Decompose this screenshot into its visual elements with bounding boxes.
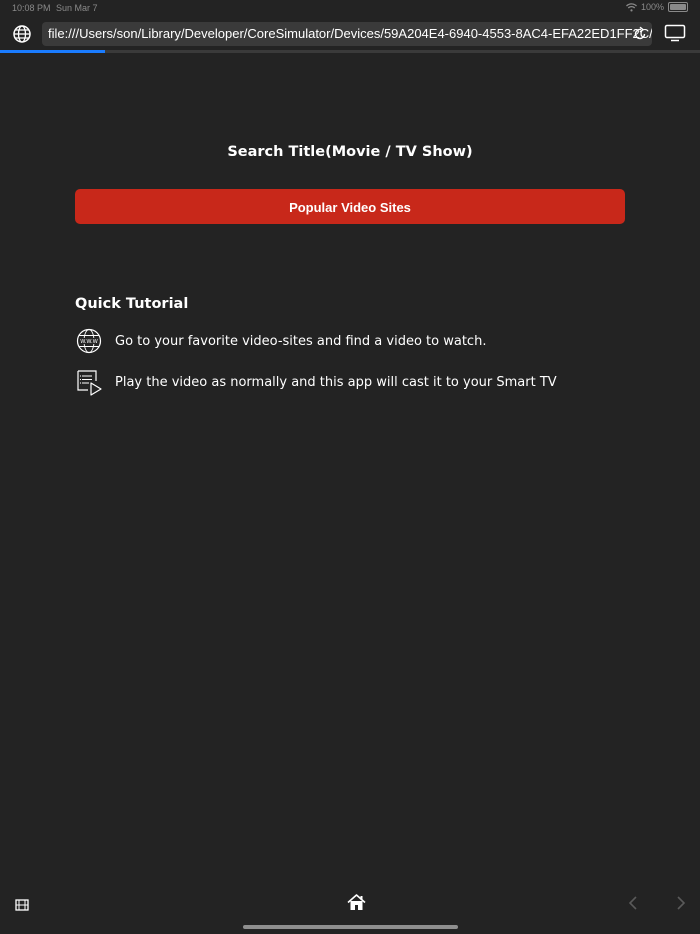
back-chevron-icon[interactable] <box>628 895 638 911</box>
cast-tv-icon[interactable] <box>664 24 686 42</box>
url-text: file:///Users/son/Library/Developer/Core… <box>48 26 652 41</box>
battery-percent: 100% <box>640 2 664 12</box>
popular-video-sites-button[interactable]: Popular Video Sites <box>75 189 625 224</box>
status-bar: 10:08 PM Sun Mar 7 100% <box>0 0 700 16</box>
status-right: 100% <box>626 2 688 12</box>
browser-toolbar: file:///Users/son/Library/Developer/Core… <box>0 16 700 50</box>
www-globe-icon: W.W.W <box>75 327 103 355</box>
globe-icon[interactable] <box>12 24 32 44</box>
load-progress-fill <box>0 50 105 53</box>
playlist-play-icon <box>75 368 103 396</box>
home-indicator[interactable] <box>243 925 458 929</box>
wifi-icon <box>626 2 637 11</box>
load-progress-bar <box>0 50 700 53</box>
battery-icon <box>668 2 688 12</box>
tutorial-heading: Quick Tutorial <box>75 296 189 312</box>
app-page: 10:08 PM Sun Mar 7 100% file:///Users/so… <box>0 0 700 934</box>
tutorial-step-text: Play the video as normally and this app … <box>115 374 557 390</box>
url-field[interactable]: file:///Users/son/Library/Developer/Core… <box>42 22 652 46</box>
tutorial-step-text: Go to your favorite video-sites and find… <box>115 333 487 349</box>
search-title: Search Title(Movie / TV Show) <box>227 144 473 160</box>
svg-text:W.W.W: W.W.W <box>80 339 98 345</box>
film-icon[interactable] <box>15 896 29 911</box>
tutorial-step: W.W.W Go to your favorite video-sites an… <box>75 327 486 355</box>
forward-chevron-icon[interactable] <box>676 895 686 911</box>
status-time: 10:08 PM <box>12 3 51 13</box>
home-icon[interactable] <box>347 894 366 911</box>
status-date: Sun Mar 7 <box>56 3 98 13</box>
reload-icon[interactable] <box>632 26 648 42</box>
tutorial-step: Play the video as normally and this app … <box>75 368 557 396</box>
